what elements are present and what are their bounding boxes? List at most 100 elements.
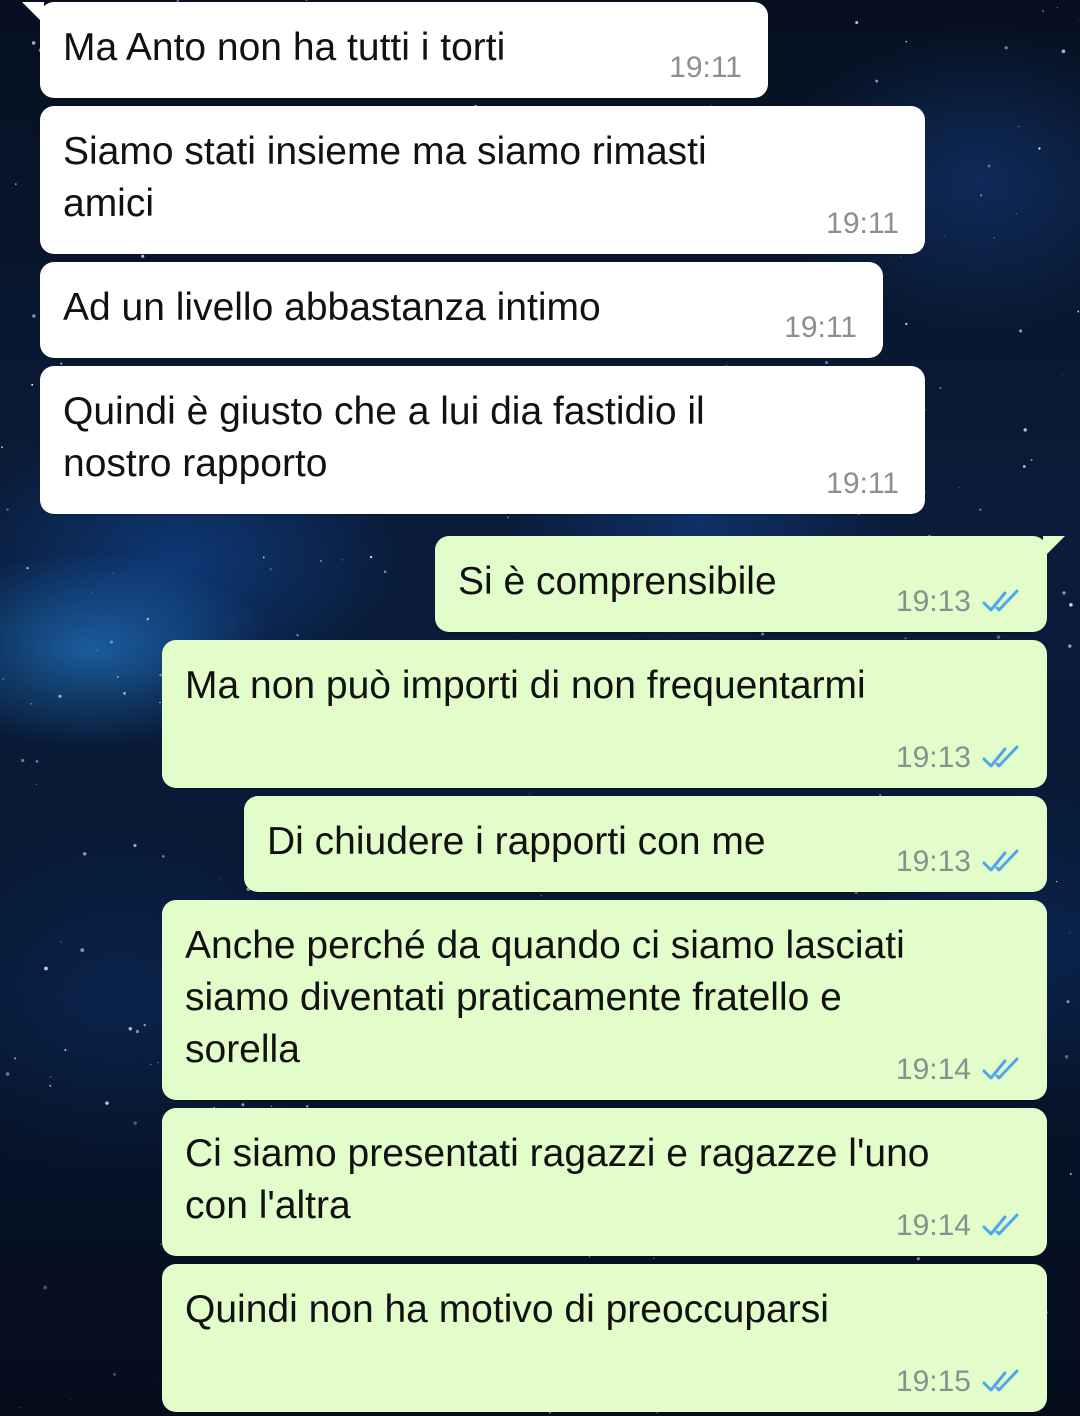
star <box>529 793 531 795</box>
message-time: 19:14 <box>895 1209 971 1242</box>
star <box>1022 465 1026 468</box>
star <box>31 383 34 386</box>
message-time: 19:11 <box>669 51 742 84</box>
star <box>43 1285 47 1290</box>
star <box>135 1029 140 1034</box>
star <box>1030 459 1033 462</box>
star <box>5 1072 10 1076</box>
message-bubble-outgoing[interactable]: Quindi non ha motivo di preoccuparsi 19:… <box>162 1264 1047 1412</box>
message-meta: 19:11 <box>669 52 742 84</box>
star <box>80 948 85 952</box>
message-meta: 19:11 <box>784 312 857 344</box>
bubble-tail <box>22 2 44 24</box>
star <box>157 1062 159 1064</box>
star <box>141 254 145 258</box>
star <box>1077 310 1080 313</box>
star <box>14 183 17 185</box>
star <box>1078 19 1079 21</box>
star <box>133 843 137 848</box>
star <box>64 1048 67 1052</box>
message-time: 19:13 <box>895 845 971 878</box>
star <box>1066 1000 1070 1004</box>
message-bubble-incoming[interactable]: Ma Anto non ha tutti i torti 19:11 <box>22 2 768 98</box>
star <box>241 1103 245 1107</box>
star <box>150 1063 152 1066</box>
message-bubble-outgoing[interactable]: Anche perché da quando ci siamo lasciati… <box>162 900 1047 1100</box>
star <box>219 877 221 879</box>
message-bubble-incoming[interactable]: Quindi è giusto che a lui dia fastidio i… <box>40 366 925 514</box>
message-meta: 19:14 <box>896 1210 1021 1242</box>
star <box>113 1372 116 1376</box>
message-meta: 19:13 <box>896 586 1021 618</box>
star <box>83 852 87 856</box>
star <box>269 568 272 571</box>
star <box>944 236 945 237</box>
star <box>35 760 39 763</box>
double-check-icon <box>982 745 1019 768</box>
double-check-icon <box>982 1369 1019 1392</box>
message-time: 19:13 <box>895 585 971 618</box>
star <box>1019 329 1023 333</box>
star <box>875 79 879 83</box>
star <box>44 966 48 971</box>
star <box>996 635 1001 639</box>
star <box>143 1023 146 1027</box>
star <box>1004 46 1008 50</box>
message-meta: 19:13 <box>896 846 1021 878</box>
star <box>305 0 308 2</box>
bubble-tail <box>1043 536 1065 558</box>
star <box>1041 10 1044 12</box>
star <box>90 592 92 593</box>
star <box>270 1105 273 1108</box>
star <box>987 164 991 168</box>
star <box>916 1257 920 1261</box>
star <box>825 361 829 365</box>
star <box>993 236 995 239</box>
message-bubble-outgoing[interactable]: Di chiudere i rapporti con me 19:13 <box>244 796 1047 892</box>
message-time: 19:11 <box>784 311 857 344</box>
star <box>1023 428 1027 432</box>
star <box>14 1057 17 1060</box>
message-bubble-outgoing[interactable]: Ci siamo presentati ragazzi e ragazze l'… <box>162 1108 1047 1256</box>
message-time: 19:15 <box>895 1365 971 1398</box>
star <box>159 701 161 704</box>
message-bubble-incoming[interactable]: Siamo stati insieme ma siamo rimasti ami… <box>40 106 925 254</box>
star <box>1061 49 1066 54</box>
message-text: Quindi è giusto che a lui dia fastidio i… <box>63 390 705 485</box>
star <box>900 256 902 258</box>
star <box>905 40 908 43</box>
star <box>1056 6 1058 8</box>
message-meta: 19:11 <box>826 208 899 240</box>
message-bubble-outgoing[interactable]: Si è comprensibile 19:13 <box>435 536 1065 632</box>
star <box>319 559 323 562</box>
star <box>369 555 373 559</box>
star <box>58 694 62 698</box>
star <box>128 1027 133 1031</box>
message-bubble-outgoing[interactable]: Ma non può importi di non frequentarmi 1… <box>162 640 1047 788</box>
star <box>540 895 542 897</box>
star <box>60 941 62 943</box>
star <box>31 41 36 45</box>
star <box>1069 602 1073 607</box>
star <box>979 508 982 511</box>
star <box>49 1075 52 1078</box>
star <box>905 322 908 326</box>
star <box>1015 212 1018 215</box>
star <box>1068 644 1072 648</box>
star <box>146 617 150 621</box>
star <box>32 314 36 318</box>
message-meta: 19:15 <box>896 1366 1021 1398</box>
message-time: 19:14 <box>895 1053 971 1086</box>
star <box>925 409 927 411</box>
double-check-icon <box>982 589 1019 612</box>
message-time: 19:11 <box>826 467 899 500</box>
message-time: 19:11 <box>826 207 899 240</box>
star <box>855 20 859 25</box>
star <box>105 1101 109 1105</box>
message-bubble-incoming[interactable]: Ad un livello abbastanza intimo 19:11 <box>40 262 883 358</box>
star <box>1056 880 1058 883</box>
message-text: Ad un livello abbastanza intimo <box>63 286 601 329</box>
message-text: Ma non può importi di non frequentarmi <box>185 664 866 707</box>
star <box>35 783 37 785</box>
message-text: Ma Anto non ha tutti i torti <box>63 26 506 69</box>
